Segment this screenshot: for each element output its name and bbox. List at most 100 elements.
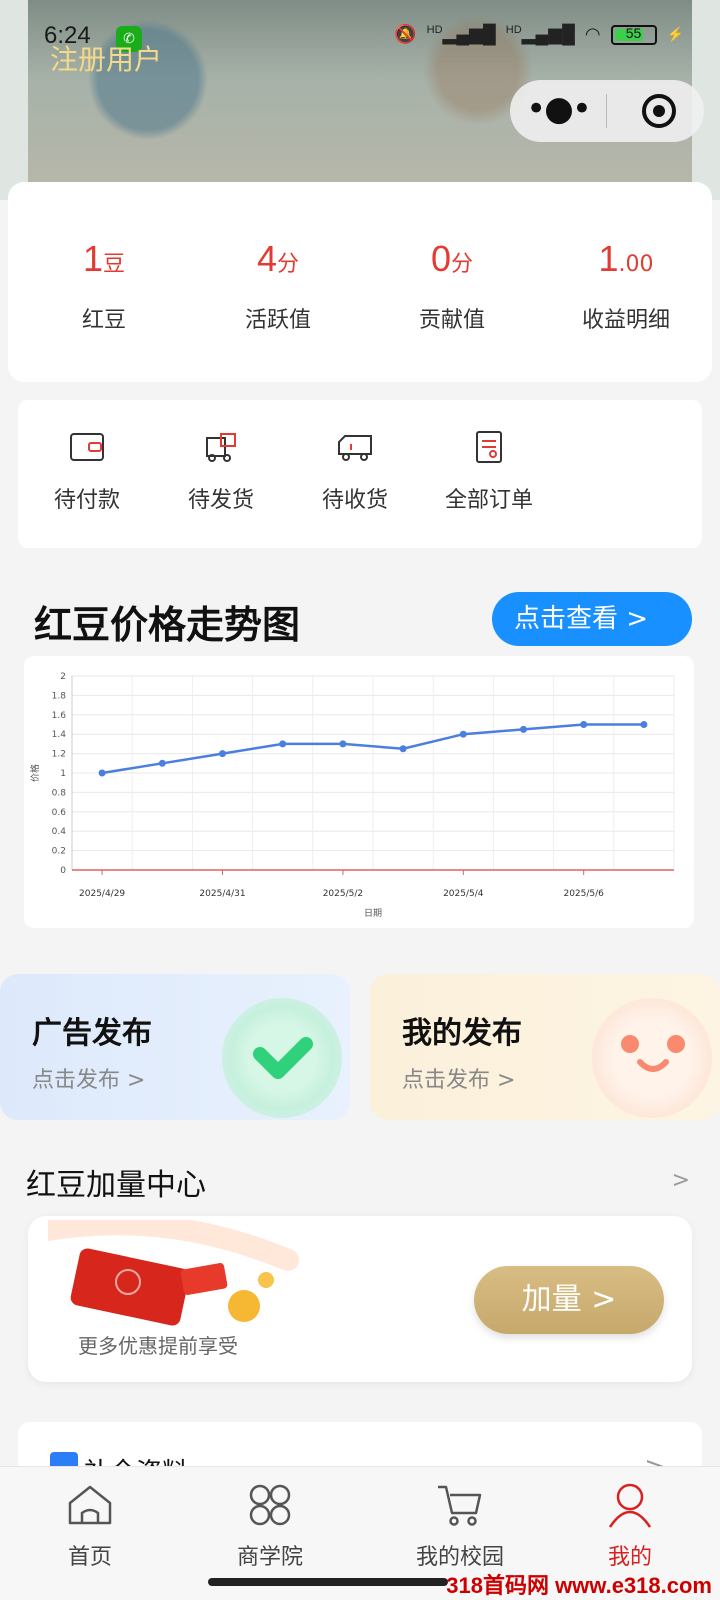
stat-label: 红豆 — [81, 308, 126, 333]
boost-button[interactable]: 加量 > — [474, 1266, 664, 1334]
home-indicator[interactable] — [208, 1578, 448, 1586]
tab-business-school[interactable]: 商学院 — [210, 1479, 330, 1571]
watermark: 318首码网 www.e318.com — [446, 1573, 712, 1598]
tab-label: 我的校园 — [415, 1545, 504, 1570]
data-point — [279, 740, 287, 748]
delivery-truck-icon — [206, 433, 236, 462]
charging-icon: ⚡ — [666, 26, 684, 42]
trend-title: 红豆价格走势图 — [34, 603, 301, 647]
home-icon — [68, 1485, 112, 1525]
smiley-icon — [592, 998, 712, 1118]
boost-more-arrow[interactable]: > — [672, 1168, 690, 1193]
stat-contribution[interactable]: 0分 贡献值 — [364, 238, 540, 334]
battery-level: 55 — [625, 24, 642, 41]
x-tick-label: 2025/5/6 — [563, 889, 604, 899]
close-miniapp-icon[interactable] — [642, 94, 676, 128]
y-tick-label: 2 — [60, 672, 66, 682]
ad-publish-card[interactable]: 广告发布 点击发布 > — [0, 974, 350, 1120]
promo-title: 我的发布 — [402, 1016, 522, 1051]
signal-2-icon: HD▂▄▆█ — [505, 24, 575, 44]
promo-sub: 点击发布 > — [402, 1068, 516, 1093]
tab-mine[interactable]: 我的 — [570, 1479, 690, 1571]
capsule-divider — [606, 94, 607, 128]
truck-icon — [338, 435, 372, 461]
order-label: 全部订单 — [444, 488, 533, 513]
boost-center-title: 红豆加量中心 — [26, 1168, 206, 1203]
x-tick-label: 2025/4/29 — [79, 889, 125, 899]
user-name[interactable]: 注册用户 — [50, 38, 162, 78]
price-line-chart: 0 0.2 0.4 0.6 0.8 1 1.2 1.4 1.6 1.8 2 2025/4/29 2025… — [29, 672, 675, 919]
data-point — [219, 750, 226, 758]
stat-label: 贡献值 — [418, 308, 485, 333]
order-pending-receipt[interactable]: 待收货 — [290, 426, 420, 514]
y-tick-label: 0 — [60, 866, 66, 876]
more-options-icon[interactable]: •●• — [510, 80, 606, 142]
y-tick-label: 1.6 — [52, 711, 67, 721]
network-label-2: HD — [505, 24, 522, 36]
x-axis-label: 日期 — [364, 908, 382, 919]
y-tick-label: 1.2 — [52, 750, 66, 760]
mute-icon: 🔕 — [394, 24, 417, 44]
data-point — [98, 769, 106, 777]
cart-icon — [438, 1485, 482, 1526]
data-point — [158, 759, 166, 767]
y-tick-label: 0.8 — [52, 788, 67, 798]
data-point — [399, 745, 407, 753]
data-point — [580, 721, 588, 728]
stat-earnings[interactable]: 1.00 收益明细 — [538, 238, 714, 334]
stat-value: 1 — [82, 238, 103, 279]
boost-description: 更多优惠提前享受 — [78, 1334, 238, 1358]
x-tick-label: 2025/4/31 — [199, 889, 245, 899]
order-label: 待收货 — [321, 488, 388, 513]
tab-label: 我的 — [607, 1545, 652, 1570]
stat-activity[interactable]: 4分 活跃值 — [190, 238, 366, 334]
wifi-icon: ◠ — [584, 24, 601, 44]
tab-my-campus[interactable]: 我的校园 — [400, 1479, 520, 1571]
tab-label: 首页 — [67, 1545, 112, 1570]
miniapp-capsule: •●• — [510, 80, 704, 142]
header-bg-left — [0, 0, 28, 200]
tab-home[interactable]: 首页 — [30, 1479, 150, 1571]
stat-value: 4 — [256, 238, 277, 279]
y-axis-label: 价格 — [29, 764, 41, 782]
promo-sub: 点击发布 > — [32, 1068, 146, 1093]
orders-card: 待付款 待发货 待收货 全部订单 — [18, 400, 702, 548]
stat-red-beans[interactable]: 1豆 红豆 — [16, 238, 192, 334]
data-point — [459, 730, 467, 738]
stat-value: 1 — [598, 238, 619, 279]
stat-unit: 分 — [451, 252, 474, 277]
order-all[interactable]: 全部订单 — [424, 426, 554, 514]
data-point — [339, 740, 347, 748]
stats-card: 1豆 红豆 4分 活跃值 0分 贡献值 1.00 收益明细 — [8, 182, 712, 382]
battery-icon: 55 — [610, 24, 657, 45]
view-trend-button[interactable]: 点击查看 > — [492, 592, 692, 646]
signal-1-icon: HD▂▄▆█ — [426, 24, 496, 44]
data-point — [640, 721, 648, 728]
grid-icon — [249, 1484, 291, 1526]
stat-value: 0 — [430, 238, 451, 279]
wallet-icon — [70, 433, 104, 461]
stat-label: 收益明细 — [581, 308, 670, 333]
y-tick-label: 0.6 — [52, 808, 67, 818]
user-icon — [608, 1483, 652, 1528]
tab-label: 商学院 — [236, 1545, 303, 1570]
clipboard-icon — [476, 431, 502, 463]
y-tick-label: 1.4 — [52, 730, 67, 740]
network-label-1: HD — [426, 24, 443, 36]
stat-unit: .00 — [618, 252, 654, 277]
price-chart-card: 0 0.2 0.4 0.6 0.8 1 1.2 1.4 1.6 1.8 2 2025/4/29 2025… — [24, 656, 694, 928]
order-pending-payment[interactable]: 待付款 — [22, 426, 152, 514]
stat-label: 活跃值 — [244, 308, 311, 333]
order-pending-shipment[interactable]: 待发货 — [156, 426, 286, 514]
order-label: 待付款 — [53, 488, 120, 513]
stat-unit: 分 — [277, 252, 300, 277]
my-publish-card[interactable]: 我的发布 点击发布 > — [370, 974, 720, 1120]
boost-card[interactable]: 更多优惠提前享受 加量 > — [28, 1216, 692, 1382]
data-point — [520, 725, 527, 733]
status-icons: 🔕 HD▂▄▆█ HD▂▄▆█ ◠ 55 ⚡ — [394, 24, 684, 45]
y-tick-label: 1.8 — [52, 691, 67, 701]
x-tick-label: 2025/5/2 — [323, 889, 363, 899]
check-badge-icon — [222, 998, 342, 1118]
y-tick-label: 0.2 — [52, 847, 66, 857]
red-envelope-icon — [48, 1220, 299, 1326]
